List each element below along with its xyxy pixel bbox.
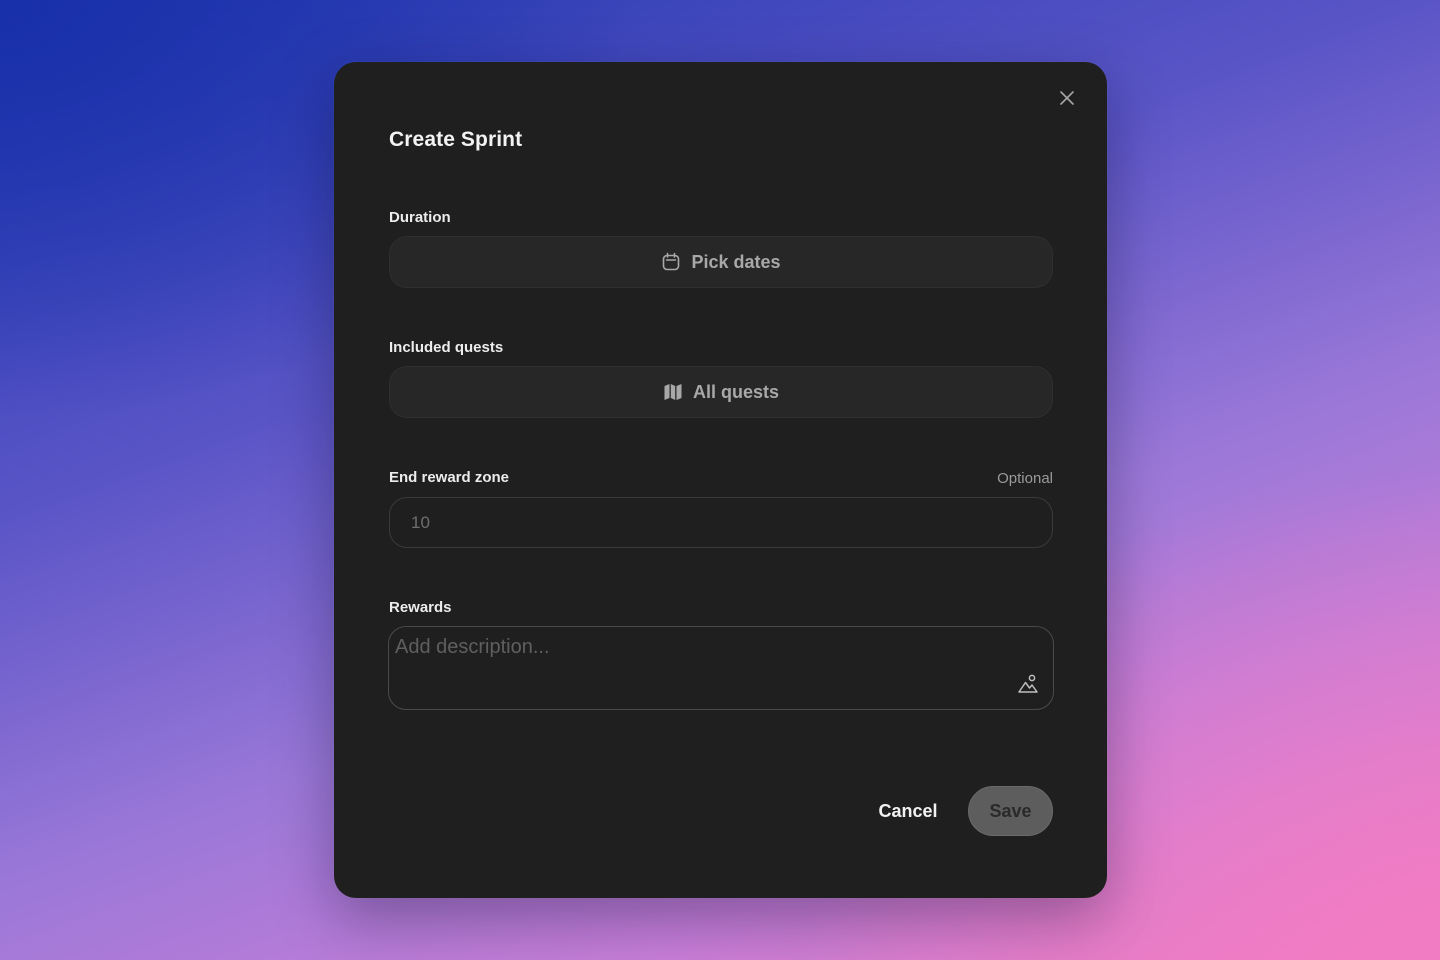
pick-dates-button[interactable]: Pick dates — [389, 236, 1053, 288]
included-quests-label: Included quests — [389, 339, 504, 356]
calendar-icon — [661, 252, 681, 272]
add-image-button[interactable] — [1015, 671, 1041, 697]
all-quests-label: All quests — [692, 381, 780, 402]
end-reward-zone-label: End reward zone — [389, 469, 510, 486]
pick-dates-label: Pick dates — [691, 251, 781, 272]
modal-title: Create Sprint — [389, 128, 523, 151]
all-quests-button[interactable]: All quests — [389, 366, 1053, 418]
rewards-label: Rewards — [389, 599, 452, 616]
create-sprint-modal: Create Sprint Duration Pick dates Includ… — [334, 62, 1107, 898]
map-icon — [663, 382, 683, 402]
close-button[interactable] — [1045, 76, 1089, 120]
end-reward-zone-input[interactable] — [389, 497, 1053, 548]
rewards-description-textarea[interactable] — [389, 627, 1053, 709]
optional-label: Optional — [997, 470, 1053, 487]
save-button[interactable]: Save — [968, 786, 1053, 836]
cancel-button[interactable]: Cancel — [864, 786, 952, 836]
rewards-field — [388, 626, 1054, 710]
image-upload-icon — [1018, 674, 1038, 693]
duration-label: Duration — [389, 209, 451, 226]
close-icon — [1060, 91, 1074, 105]
